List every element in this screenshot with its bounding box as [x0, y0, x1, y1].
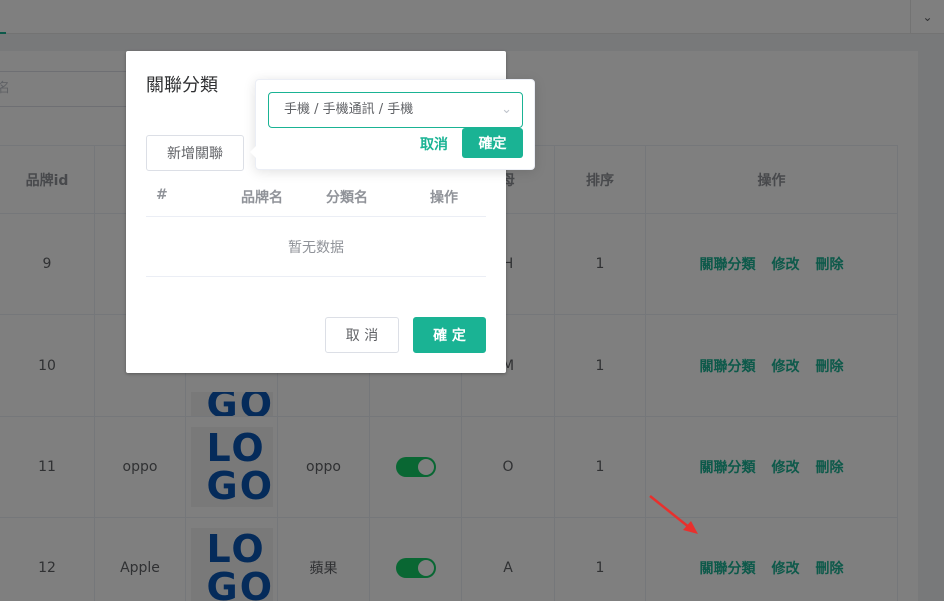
- chevron-down-icon: ⌄: [501, 102, 512, 117]
- cancel-button[interactable]: 取 消: [325, 317, 399, 353]
- cascader-value: 手機 / 手機通訊 / 手機: [284, 102, 414, 117]
- category-cascader[interactable]: 手機 / 手機通訊 / 手機 ⌄: [268, 92, 523, 128]
- dialog-title: 關聯分類: [146, 75, 218, 96]
- relation-table: # 品牌名 分類名 操作 暂无数据: [146, 177, 486, 277]
- relation-table-header: # 品牌名 分類名 操作: [146, 177, 486, 217]
- confirm-button[interactable]: 確 定: [413, 317, 486, 353]
- header-category-name: 分類名: [326, 190, 368, 206]
- add-relation-button[interactable]: 新增關聯: [146, 135, 244, 171]
- popover-arrow: [250, 146, 256, 158]
- popover-cancel-button[interactable]: 取消: [420, 134, 448, 154]
- header-brand-name: 品牌名: [241, 190, 283, 206]
- header-operations: 操作: [430, 190, 458, 206]
- header-index: #: [156, 187, 168, 203]
- popover-confirm-button[interactable]: 確定: [462, 128, 523, 158]
- category-select-popover: 手機 / 手機通訊 / 手機 ⌄ 取消 確定: [250, 79, 535, 170]
- empty-state-text: 暂无数据: [146, 217, 486, 277]
